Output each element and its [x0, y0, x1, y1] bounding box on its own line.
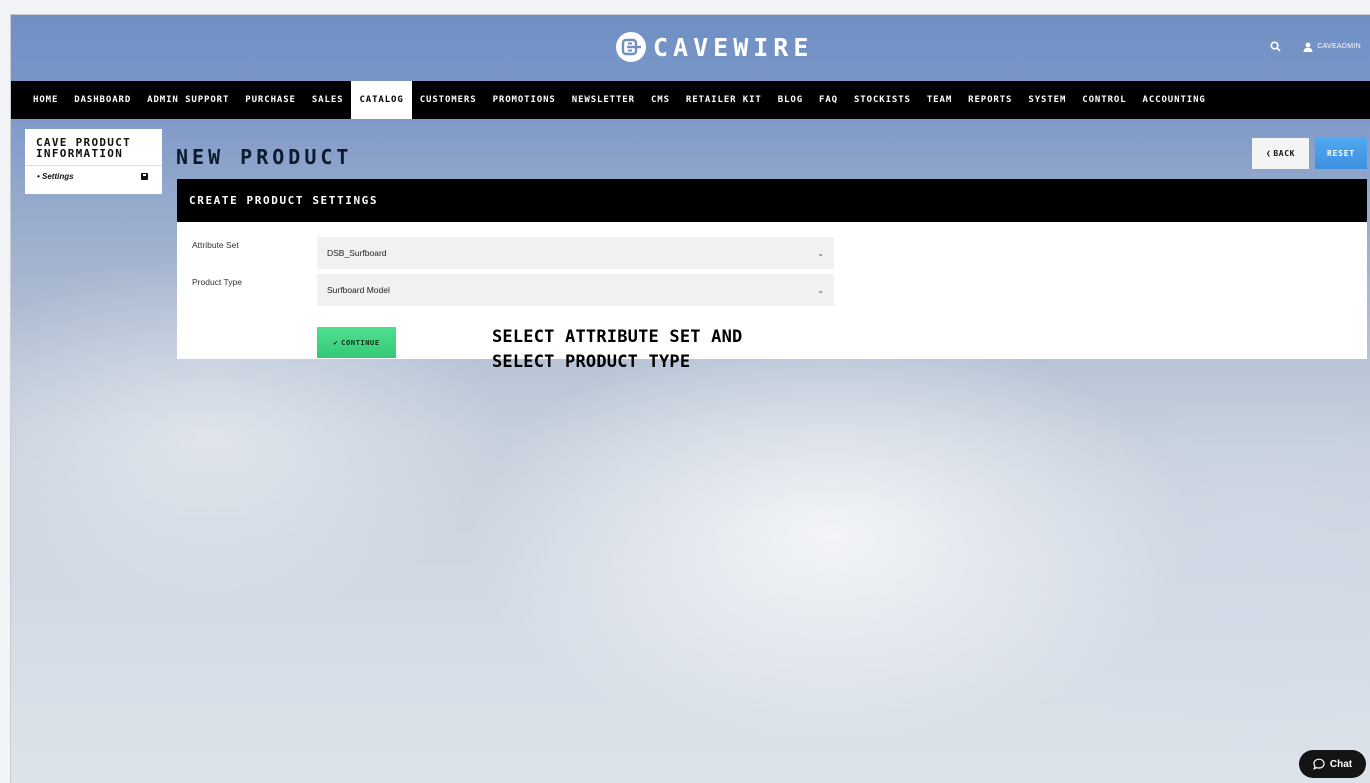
product-type-value: Surfboard Model [327, 285, 390, 295]
create-product-settings-panel: CREATE PRODUCT SETTINGS Attribute Set DS… [177, 179, 1367, 372]
nav-item-purchase[interactable]: PURCHASE [237, 81, 304, 119]
header-actions: CAVEADMIN [1270, 41, 1361, 52]
nav-item-retailer-kit[interactable]: RETAILER KIT [678, 81, 770, 119]
nav-item-dashboard[interactable]: DASHBOARD [66, 81, 139, 119]
page-title: NEW PRODUCT [176, 145, 353, 169]
chat-label: Chat [1329, 758, 1353, 770]
sidebar-item-settings[interactable]: • Settings [25, 166, 162, 187]
nav-item-cms[interactable]: CMS [643, 81, 678, 119]
reset-button[interactable]: RESET [1315, 138, 1367, 169]
chat-button[interactable]: Chat [1299, 750, 1366, 778]
nav-item-team[interactable]: TEAM [919, 81, 960, 119]
nav-item-promotions[interactable]: PROMOTIONS [485, 81, 564, 119]
product-type-select[interactable]: Surfboard Model ⌄ [317, 274, 834, 306]
attribute-set-select[interactable]: DSB_Surfboard ⌄ [317, 237, 834, 269]
chevron-down-icon: ⌄ [817, 248, 824, 258]
main-nav: HOME DASHBOARD ADMIN SUPPORT PURCHASE SA… [11, 81, 1370, 119]
nav-item-accounting[interactable]: ACCOUNTING [1135, 81, 1214, 119]
product-info-sidebar: CAVE PRODUCT INFORMATION • Settings [25, 129, 162, 194]
attribute-set-row: Attribute Set DSB_Surfboard ⌄ [177, 237, 877, 269]
user-menu[interactable]: CAVEADMIN [1303, 42, 1361, 52]
search-icon[interactable] [1270, 41, 1281, 52]
instruction-note: SELECT ATTRIBUTE SET AND SELECT PRODUCT … [492, 325, 742, 375]
app-frame: CAVEWIRE CAVEADMIN HOME DASHBOARD ADMIN … [10, 14, 1370, 783]
user-icon [1303, 42, 1313, 52]
chat-bubble-icon [1313, 758, 1325, 770]
nav-item-system[interactable]: SYSTEM [1020, 81, 1074, 119]
panel-header: CREATE PRODUCT SETTINGS [177, 179, 1367, 222]
cavewire-logo-icon [616, 32, 646, 62]
back-button-label: BACK [1273, 149, 1296, 158]
user-name: CAVEADMIN [1317, 43, 1361, 50]
brand-name: CAVEWIRE [653, 32, 814, 62]
chevron-left-icon: ❮ [1265, 149, 1272, 158]
back-button[interactable]: ❮ BACK [1252, 138, 1309, 169]
nav-item-faq[interactable]: FAQ [811, 81, 846, 119]
nav-item-catalog[interactable]: CATALOG [351, 81, 412, 119]
nav-item-reports[interactable]: REPORTS [960, 81, 1020, 119]
nav-item-control[interactable]: CONTROL [1074, 81, 1134, 119]
sidebar-item-label: • Settings [37, 172, 74, 181]
brand-logo[interactable]: CAVEWIRE [615, 29, 813, 65]
nav-item-newsletter[interactable]: NEWSLETTER [564, 81, 643, 119]
instruction-note-line1: SELECT ATTRIBUTE SET AND [492, 327, 743, 347]
top-header: CAVEWIRE CAVEADMIN [11, 15, 1370, 81]
nav-item-blog[interactable]: BLOG [770, 81, 811, 119]
checkmark-icon: ✔ [333, 338, 339, 347]
chevron-down-icon: ⌄ [817, 285, 824, 295]
nav-item-stockists[interactable]: STOCKISTS [846, 81, 919, 119]
save-icon [141, 173, 148, 180]
continue-button[interactable]: ✔ CONTINUE [317, 327, 396, 358]
sidebar-title: CAVE PRODUCT INFORMATION [25, 129, 162, 166]
product-type-label: Product Type [192, 277, 242, 287]
attribute-set-value: DSB_Surfboard [327, 248, 387, 258]
continue-button-label: CONTINUE [341, 338, 380, 347]
nav-item-home[interactable]: HOME [25, 81, 66, 119]
attribute-set-label: Attribute Set [192, 240, 239, 250]
nav-item-sales[interactable]: SALES [304, 81, 352, 119]
nav-item-admin-support[interactable]: ADMIN SUPPORT [139, 81, 237, 119]
sidebar-title-line2: INFORMATION [36, 147, 124, 160]
product-type-row: Product Type Surfboard Model ⌄ [177, 274, 877, 306]
nav-item-customers[interactable]: CUSTOMERS [412, 81, 485, 119]
instruction-note-line2: SELECT PRODUCT TYPE [492, 352, 691, 372]
